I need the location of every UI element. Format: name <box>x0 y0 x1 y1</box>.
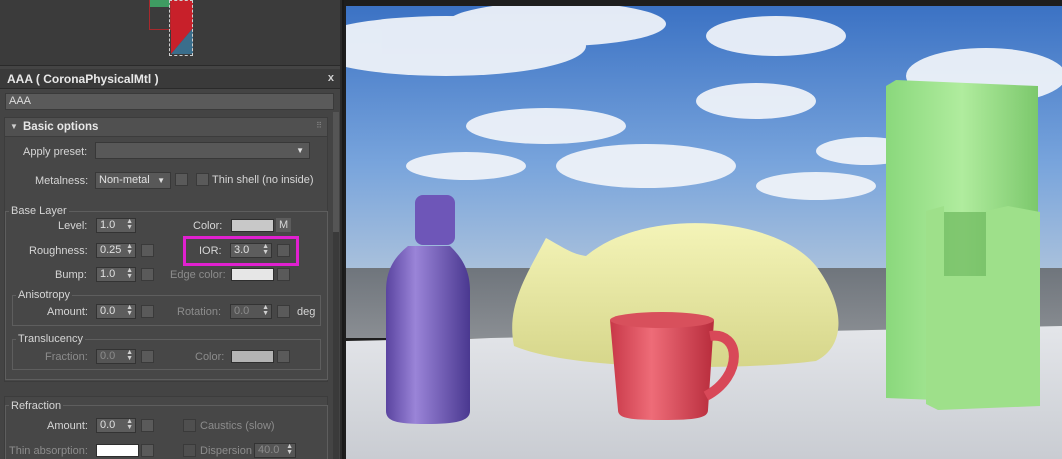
refraction-amount-value: 0.0 <box>100 419 116 431</box>
metalness-value: Non-metal <box>99 174 150 186</box>
translucency-color-label: Color: <box>195 351 225 363</box>
bump-map-button[interactable] <box>141 268 154 281</box>
anisotropy-amount-value: 0.0 <box>100 305 116 317</box>
edge-color-label: Edge color: <box>170 269 226 281</box>
anisotropy-amount-map-button[interactable] <box>141 305 154 318</box>
fraction-label: Fraction: <box>45 351 88 363</box>
caustics-label: Caustics (slow) <box>200 420 275 432</box>
chevron-down-icon: ▼ <box>157 176 165 185</box>
fraction-spinner[interactable]: 0.0 ▲ ▼ <box>96 349 136 364</box>
apply-preset-dropdown[interactable]: ▼ <box>95 142 310 159</box>
caustics-checkbox[interactable] <box>183 419 196 432</box>
rotation-label: Rotation: <box>177 306 222 318</box>
anisotropy-amount-label: Amount: <box>47 306 88 318</box>
node-preview-area <box>0 0 340 66</box>
purple-bottle <box>386 246 470 424</box>
rotation-value: 0.0 <box>234 305 250 317</box>
spinner-arrows-icon[interactable]: ▲ ▼ <box>126 243 133 256</box>
panel-title: AAA ( CoronaPhysicalMtl ) <box>7 72 159 86</box>
metalness-dropdown[interactable]: Non-metal ▼ <box>95 172 171 189</box>
edge-color-map-button[interactable] <box>277 268 290 281</box>
roughness-spinner[interactable]: 0.25 ▲ ▼ <box>96 243 136 258</box>
node-selection-frame <box>169 0 193 56</box>
bump-label: Bump: <box>55 269 87 281</box>
basic-options-title: Basic options <box>23 121 99 133</box>
thin-shell-checkbox[interactable] <box>196 173 209 186</box>
collapse-arrow-icon[interactable]: ▼ <box>10 122 18 131</box>
spinner-arrows-icon[interactable]: ▲ ▼ <box>286 443 293 456</box>
basic-options-rollout-header[interactable]: ▼ Basic options ⠿ <box>4 117 328 137</box>
fraction-map-button[interactable] <box>141 350 154 363</box>
metalness-label: Metalness: <box>35 175 89 187</box>
translucency-color-swatch[interactable] <box>231 350 274 363</box>
dispersion-checkbox[interactable] <box>183 444 196 457</box>
spinner-arrows-icon[interactable]: ▲ ▼ <box>126 418 133 431</box>
roughness-label: Roughness: <box>29 245 88 257</box>
rollout-grip-icon[interactable]: ⠿ <box>316 121 322 130</box>
refraction-title: Refraction <box>9 400 64 412</box>
spinner-arrows-icon[interactable]: ▲ ▼ <box>126 218 133 231</box>
scrollbar-thumb[interactable] <box>333 112 339 232</box>
material-editor-panel: AAA ( CoronaPhysicalMtl ) x AAA ▼ Basic … <box>0 0 340 459</box>
translucency-color-map-button[interactable] <box>277 350 290 363</box>
dispersion-value: 40.0 <box>258 444 280 456</box>
rendered-scene <box>346 6 1062 459</box>
level-label: Level: <box>58 220 88 232</box>
level-value: 1.0 <box>100 219 116 231</box>
red-mug <box>610 320 714 420</box>
dispersion-label: Dispersion <box>200 445 252 457</box>
refraction-amount-map-button[interactable] <box>141 419 154 432</box>
panel-title-bar: AAA ( CoronaPhysicalMtl ) x <box>0 69 340 89</box>
panel-scrollbar[interactable] <box>333 112 339 459</box>
thin-shell-label: Thin shell (no inside) <box>212 174 314 186</box>
thin-absorption-label: Thin absorption: <box>9 445 88 457</box>
base-layer-title: Base Layer <box>9 205 69 217</box>
roughness-value: 0.25 <box>100 244 122 256</box>
spinner-arrows-icon[interactable]: ▲ ▼ <box>126 304 133 317</box>
close-icon[interactable]: x <box>328 72 334 84</box>
thin-absorption-map-button[interactable] <box>141 444 154 457</box>
anisotropy-amount-spinner[interactable]: 0.0 ▲ ▼ <box>96 304 136 319</box>
translucency-title: Translucency <box>16 333 86 345</box>
green-notch <box>944 212 986 276</box>
mug-rim <box>610 312 714 328</box>
level-spinner[interactable]: 1.0 ▲ ▼ <box>96 218 136 233</box>
color-map-button[interactable]: M <box>276 218 292 232</box>
refraction-amount-label: Amount: <box>47 420 88 432</box>
fraction-value: 0.0 <box>100 350 116 362</box>
material-name-field[interactable]: AAA <box>5 93 334 110</box>
spinner-arrows-icon[interactable]: ▲ ▼ <box>126 349 133 362</box>
render-viewport[interactable] <box>342 0 1062 459</box>
anisotropy-title: Anisotropy <box>16 289 72 301</box>
metalness-map-button[interactable] <box>175 173 188 186</box>
dispersion-spinner[interactable]: 40.0 ▲ ▼ <box>254 443 296 458</box>
bump-value: 1.0 <box>100 268 116 280</box>
bottle-cap <box>415 195 455 245</box>
base-color-swatch[interactable] <box>231 219 274 232</box>
apply-preset-label: Apply preset: <box>23 146 88 158</box>
deg-label: deg <box>297 306 316 318</box>
rotation-map-button[interactable] <box>277 305 290 318</box>
rotation-spinner[interactable]: 0.0 ▲ ▼ <box>230 304 272 319</box>
chevron-down-icon: ▼ <box>296 146 304 155</box>
spinner-arrows-icon[interactable]: ▲ ▼ <box>126 267 133 280</box>
roughness-map-button[interactable] <box>141 244 154 257</box>
ior-highlight-box <box>183 236 299 266</box>
node-green-bar <box>150 0 170 7</box>
thin-absorption-swatch[interactable] <box>96 444 139 457</box>
edge-color-swatch[interactable] <box>231 268 274 281</box>
bump-spinner[interactable]: 1.0 ▲ ▼ <box>96 267 136 282</box>
color-label: Color: <box>193 220 223 232</box>
refraction-amount-spinner[interactable]: 0.0 ▲ ▼ <box>96 418 136 433</box>
spinner-arrows-icon[interactable]: ▲ ▼ <box>262 304 269 317</box>
